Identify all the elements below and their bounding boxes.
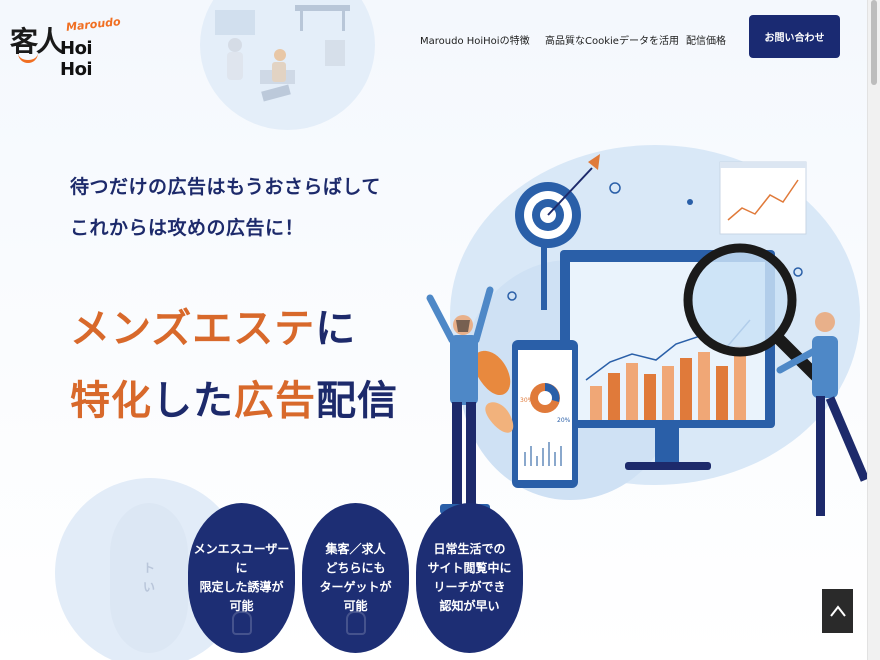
feature-text: ターゲットが	[319, 580, 392, 594]
site-header: 客人 Maroudo Hoi Hoi Maroudo HoiHoiの特徴 高品質…	[0, 0, 868, 80]
nav-features[interactable]: Maroudo HoiHoiの特徴	[420, 32, 530, 47]
feature-text: い	[142, 580, 155, 594]
chevron-up-icon	[829, 605, 846, 617]
headline-mens-esthe: メンズエステ	[70, 306, 316, 352]
logo-hoihoi-text: Hoi Hoi	[60, 38, 93, 80]
feature-text: 限定した誘導が	[199, 580, 284, 594]
tagline-line-1: 待つだけの広告はもうおさらばして	[70, 176, 381, 198]
pie-label-20: 20%	[557, 417, 571, 424]
feature-text: サイト閲覧中に	[427, 561, 512, 575]
headline-particle: に	[315, 306, 357, 352]
feature-text: 認知が早い	[439, 599, 500, 613]
logo-maroudo-text: Maroudo	[65, 15, 122, 34]
logo-smile-mark	[18, 52, 38, 63]
contact-button[interactable]: お問い合わせ	[749, 15, 840, 58]
back-to-top-button[interactable]	[822, 589, 853, 633]
headline-advertising: 広告	[234, 378, 316, 424]
nav-pricing[interactable]: 配信価格	[686, 32, 726, 47]
analytics-illustration: 30% 20%	[426, 145, 868, 516]
feature-circle-recruiting: 集客／求人 どちらにも ターゲットが 可能	[302, 503, 409, 653]
headline-delivery: 配信	[316, 378, 398, 424]
lightbulb-icon	[345, 611, 366, 635]
feature-text: リーチができ	[433, 580, 506, 594]
feature-text: 集客／求人	[325, 542, 386, 556]
feature-text: メンエスユーザーに	[193, 542, 290, 575]
feature-text: 日常生活での	[433, 542, 506, 556]
feature-circle: ト い	[110, 503, 188, 653]
headline-specialized: 特化	[70, 378, 152, 424]
headline-line-2: 特化した広告配信	[70, 368, 398, 426]
scrollbar-thumb[interactable]	[871, 0, 877, 85]
brand-logo[interactable]: 客人 Maroudo Hoi Hoi	[10, 12, 122, 80]
tagline-line-2: これからは攻めの広告に！	[70, 217, 305, 239]
headline-line-1: メンズエステに	[70, 296, 356, 354]
feature-text: ト	[142, 561, 155, 575]
lightbulb-icon	[231, 611, 252, 635]
feature-circle-targeting: メンエスユーザーに 限定した誘導が 可能	[188, 503, 295, 653]
nav-cookie-data[interactable]: 高品質なCookieデータを活用	[545, 32, 679, 47]
landing-page: 客人 Maroudo Hoi Hoi Maroudo HoiHoiの特徴 高品質…	[0, 0, 868, 660]
pie-label-30: 30%	[520, 397, 534, 404]
headline-shita: した	[152, 378, 234, 424]
page-scrollbar[interactable]	[867, 0, 880, 660]
feature-circle-reach: 日常生活での サイト閲覧中に リーチができ 認知が早い	[416, 503, 523, 653]
feature-text: どちらにも	[325, 561, 386, 575]
